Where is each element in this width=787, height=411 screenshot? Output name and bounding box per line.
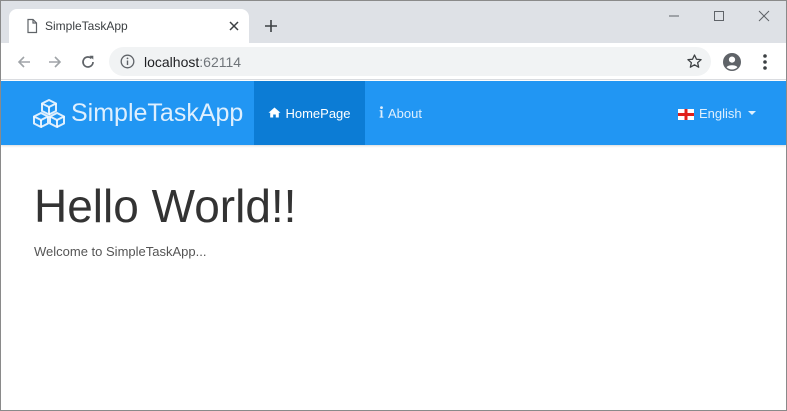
info-icon[interactable]: [120, 54, 135, 69]
caret-down-icon: [747, 111, 756, 115]
browser-window: SimpleTaskApp localhost:62114 SimpleTask…: [0, 0, 787, 411]
tab-strip: SimpleTaskApp: [1, 1, 786, 43]
home-icon: [268, 106, 281, 121]
app-navbar: SimpleTaskApp HomePage About English: [1, 81, 786, 145]
language-label: English: [699, 105, 742, 121]
tab-title: SimpleTaskApp: [45, 19, 128, 33]
kebab-menu-icon[interactable]: [757, 52, 773, 72]
brand-name: SimpleTaskApp: [71, 98, 244, 127]
nav-about-label: About: [388, 105, 422, 121]
browser-toolbar: localhost:62114: [1, 43, 786, 80]
browser-tab[interactable]: SimpleTaskApp: [9, 9, 249, 43]
nav-homepage[interactable]: HomePage: [254, 81, 365, 145]
reload-icon[interactable]: [76, 50, 100, 74]
close-tab-icon[interactable]: [225, 17, 243, 35]
new-tab-button[interactable]: [260, 15, 282, 37]
language-dropdown[interactable]: English: [678, 81, 756, 145]
url-host: localhost: [144, 54, 200, 70]
forward-arrow-icon[interactable]: [43, 50, 67, 74]
document-icon: [24, 18, 40, 34]
welcome-text: Welcome to SimpleTaskApp...: [34, 243, 207, 259]
close-window-icon[interactable]: [741, 1, 786, 31]
url-port: :62114: [199, 54, 242, 70]
info-icon: [379, 105, 384, 121]
nav-about[interactable]: About: [379, 81, 422, 145]
profile-icon[interactable]: [722, 52, 742, 72]
url-text: localhost:62114: [144, 54, 241, 70]
page-heading: Hello World!!: [34, 180, 297, 232]
web-page: SimpleTaskApp HomePage About English Hel…: [1, 81, 786, 410]
address-bar[interactable]: localhost:62114: [109, 47, 711, 76]
page-content: Hello World!! Welcome to SimpleTaskApp..…: [34, 181, 296, 259]
bookmark-star-icon[interactable]: [686, 53, 703, 70]
brand-link[interactable]: SimpleTaskApp: [33, 98, 243, 128]
minimize-icon[interactable]: [651, 1, 697, 31]
nav-homepage-label: HomePage: [285, 105, 351, 121]
england-flag-icon: [678, 108, 694, 120]
cubes-icon: [33, 98, 65, 128]
back-arrow-icon[interactable]: [12, 50, 36, 74]
maximize-icon[interactable]: [696, 1, 742, 31]
